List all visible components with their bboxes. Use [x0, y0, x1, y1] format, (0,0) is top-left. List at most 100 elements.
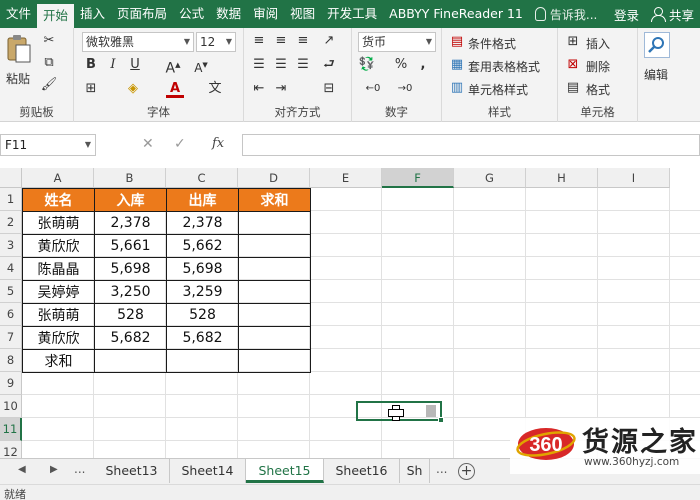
table-cell[interactable]: 5,661	[94, 234, 167, 258]
align-center-icon[interactable]: ☰	[272, 56, 290, 74]
increase-indent-icon[interactable]: ⇥	[272, 80, 290, 98]
add-sheet-button[interactable]: +	[458, 463, 475, 480]
underline-icon[interactable]: U	[126, 56, 144, 74]
delete-cells-button[interactable]: ⊠ 删除	[564, 55, 634, 75]
column-header-f[interactable]: F	[382, 168, 454, 188]
font-color-icon[interactable]: A	[166, 80, 184, 98]
share-button[interactable]: 共享	[647, 5, 700, 24]
conditional-format-button[interactable]: ▤ 条件格式	[448, 32, 556, 52]
accounting-icon[interactable]: 💱	[358, 56, 376, 74]
align-left-icon[interactable]: ☰	[250, 56, 268, 74]
check-icon[interactable]: ✓	[174, 136, 186, 152]
table-cell[interactable]: 吴婷婷	[22, 280, 95, 304]
table-cell[interactable]: 5,698	[94, 257, 167, 281]
table-cell[interactable]: 5,662	[166, 234, 239, 258]
increase-decimal-icon[interactable]: ←0	[364, 80, 382, 98]
table-cell[interactable]: 求和	[22, 349, 95, 373]
align-bottom-icon[interactable]: ≡	[294, 32, 312, 50]
table-cell[interactable]: 528	[94, 303, 167, 327]
fill-handle[interactable]	[438, 417, 444, 423]
decrease-decimal-icon[interactable]: →0	[396, 80, 414, 98]
cancel-icon[interactable]: ✕	[142, 136, 154, 152]
row-header-4[interactable]: 4	[0, 257, 22, 280]
table-cell[interactable]	[238, 303, 311, 327]
tab-abbyy[interactable]: ABBYY FineReader 11	[383, 0, 529, 28]
cut-icon[interactable]: ✂	[40, 32, 58, 50]
row-header-5[interactable]: 5	[0, 280, 22, 303]
table-cell[interactable]: 5,682	[166, 326, 239, 350]
format-cells-button[interactable]: ▤ 格式	[564, 78, 634, 98]
column-header-i[interactable]: I	[598, 168, 670, 188]
percent-icon[interactable]: %	[392, 56, 410, 74]
table-cell[interactable]: 黄欣欣	[22, 234, 95, 258]
tab-formulas[interactable]: 公式	[173, 0, 210, 28]
column-header-d[interactable]: D	[238, 168, 310, 188]
sheet-tab-sheet13[interactable]: Sheet13	[94, 459, 170, 483]
font-size-combo[interactable]: 12 ▼	[196, 32, 236, 52]
table-cell[interactable]: 5,698	[166, 257, 239, 281]
table-cell[interactable]	[94, 349, 167, 373]
row-header-6[interactable]: 6	[0, 303, 22, 326]
sheet-tab-sheet15[interactable]: Sheet15	[246, 459, 324, 483]
insert-function-button[interactable]: fx	[212, 136, 224, 151]
orientation-icon[interactable]: ↗	[320, 32, 338, 50]
insert-cells-button[interactable]: ⊞ 插入	[564, 32, 634, 52]
table-cell[interactable]: 2,378	[94, 211, 167, 235]
select-all-corner[interactable]	[0, 168, 22, 188]
tab-view[interactable]: 视图	[284, 0, 321, 28]
tab-review[interactable]: 审阅	[247, 0, 284, 28]
login-button[interactable]: 登录	[606, 5, 647, 24]
table-cell[interactable]: 528	[166, 303, 239, 327]
table-cell[interactable]	[238, 257, 311, 281]
row-header-12[interactable]: 12	[0, 441, 22, 458]
align-top-icon[interactable]: ≡	[250, 32, 268, 50]
decrease-indent-icon[interactable]: ⇤	[250, 80, 268, 98]
row-header-9[interactable]: 9	[0, 372, 22, 395]
column-header-c[interactable]: C	[166, 168, 238, 188]
table-cell[interactable]: 陈晶晶	[22, 257, 95, 281]
column-header-b[interactable]: B	[94, 168, 166, 188]
tab-developer[interactable]: 开发工具	[321, 0, 383, 28]
bold-icon[interactable]: B	[82, 56, 100, 74]
row-header-7[interactable]: 7	[0, 326, 22, 349]
table-cell[interactable]	[238, 211, 311, 235]
tab-home[interactable]: 开始	[37, 4, 75, 28]
font-name-combo[interactable]: 微软雅黑 ▼	[82, 32, 194, 52]
tab-page-layout[interactable]: 页面布局	[111, 0, 173, 28]
row-header-3[interactable]: 3	[0, 234, 22, 257]
header-cell-outbound[interactable]: 出库	[166, 188, 239, 212]
find-select-button[interactable]	[644, 32, 670, 58]
wrap-text-icon[interactable]: ⮐	[320, 56, 338, 74]
table-cell[interactable]: 3,259	[166, 280, 239, 304]
tab-insert[interactable]: 插入	[74, 0, 111, 28]
align-right-icon[interactable]: ☰	[294, 56, 312, 74]
table-cell[interactable]	[238, 349, 311, 373]
row-header-1[interactable]: 1	[0, 188, 22, 211]
scroll-left-icon[interactable]: ◀	[18, 464, 26, 475]
tab-file[interactable]: 文件	[0, 0, 37, 28]
more-sheets-right[interactable]: ...	[436, 462, 447, 476]
format-painter-icon[interactable]: 🖌	[40, 76, 58, 94]
row-header-8[interactable]: 8	[0, 349, 22, 372]
table-cell[interactable]	[238, 234, 311, 258]
header-cell-name[interactable]: 姓名	[22, 188, 95, 212]
table-cell[interactable]	[238, 280, 311, 304]
fill-color-icon[interactable]: ◈	[124, 80, 142, 98]
table-cell[interactable]: 张萌萌	[22, 211, 95, 235]
column-header-h[interactable]: H	[526, 168, 598, 188]
paste-button[interactable]: 粘贴	[4, 34, 34, 90]
comma-style-icon[interactable]: ,	[414, 56, 432, 74]
header-cell-inbound[interactable]: 入库	[94, 188, 167, 212]
merge-center-icon[interactable]: ⊟	[320, 80, 338, 98]
column-header-a[interactable]: A	[22, 168, 94, 188]
formula-input[interactable]	[242, 134, 700, 156]
table-cell[interactable]	[166, 349, 239, 373]
row-header-11[interactable]: 11	[0, 418, 22, 441]
format-as-table-button[interactable]: ▦ 套用表格格式	[448, 55, 556, 75]
column-header-e[interactable]: E	[310, 168, 382, 188]
table-cell[interactable]: 2,378	[166, 211, 239, 235]
scroll-right-icon[interactable]: ▶	[50, 464, 58, 475]
italic-icon[interactable]: I	[104, 56, 122, 74]
align-middle-icon[interactable]: ≡	[272, 32, 290, 50]
copy-icon[interactable]: ⧉	[40, 54, 58, 72]
